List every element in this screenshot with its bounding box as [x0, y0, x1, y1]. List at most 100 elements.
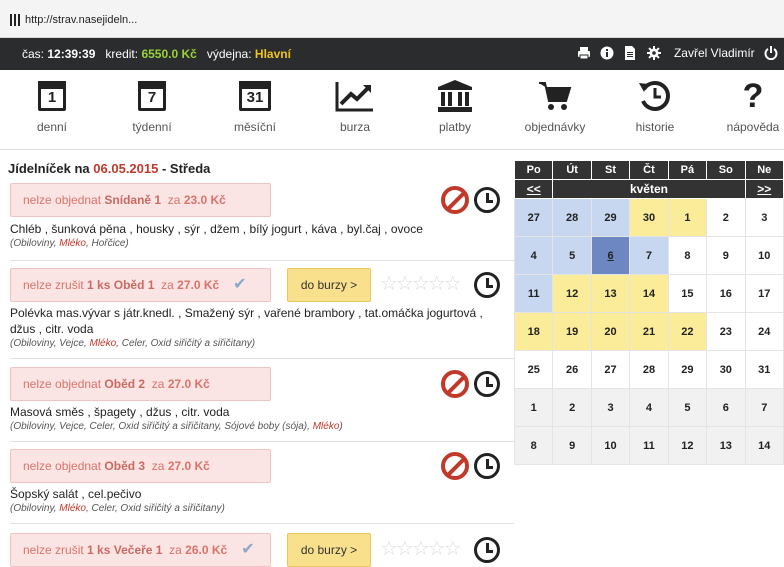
calendar-day[interactable]: 1 — [513, 388, 554, 427]
menu-item-napoveda[interactable]: ? nápověda — [708, 76, 784, 135]
weekday-st: St — [590, 160, 631, 180]
calendar-day[interactable]: 16 — [706, 274, 746, 313]
calendar-day[interactable]: 27 — [590, 350, 631, 389]
month-calendar: Po Út St Čt Pá So Ne << květen >> 27 28 29… — [513, 160, 784, 465]
burza-button[interactable]: do burzy > — [287, 533, 371, 567]
meal-divider — [10, 358, 514, 359]
menu-item-mesicni[interactable]: 31 měsíční — [210, 76, 300, 134]
order-box[interactable]: nelze zrušit 1 ks Večeře 1 za 26.0 Kč ✔ — [10, 533, 271, 567]
burza-button[interactable]: do burzy > — [287, 268, 371, 302]
calendar-day[interactable]: 31 — [744, 350, 784, 389]
calendar-day[interactable]: 7 — [744, 388, 784, 427]
calendar-day[interactable]: 3 — [590, 388, 631, 427]
calendar-day[interactable]: 27 — [513, 198, 554, 237]
bank-icon — [438, 80, 472, 112]
next-month-button[interactable]: >> — [744, 179, 784, 199]
gear-icon[interactable] — [646, 45, 661, 60]
weekday-so: So — [706, 160, 746, 180]
calendar-day[interactable]: 6 — [590, 236, 631, 275]
user-name[interactable]: Zavřel Vladimír — [674, 46, 755, 60]
clock-icon[interactable] — [474, 272, 500, 298]
calendar-day[interactable]: 17 — [744, 274, 784, 313]
clock-icon[interactable] — [474, 537, 500, 563]
calendar-day[interactable]: 11 — [513, 274, 554, 313]
calendar-day[interactable]: 15 — [667, 274, 708, 313]
menu-item-tydenni[interactable]: 7 týdenní — [107, 76, 197, 134]
clock-icon[interactable] — [474, 187, 500, 213]
clock-icon[interactable] — [474, 453, 500, 479]
calendar-day[interactable]: 22 — [667, 312, 708, 351]
calendar-day[interactable]: 24 — [744, 312, 784, 351]
status-bar: čas: 12:39:39 kredit: 6550.0 Kč výdejna:… — [0, 38, 784, 70]
calendar-day[interactable]: 30 — [629, 198, 669, 237]
calendar-day[interactable]: 8 — [513, 426, 554, 465]
meal-divider — [10, 441, 514, 442]
calendar-day[interactable]: 29 — [590, 198, 631, 237]
order-box[interactable]: nelze objednat Oběd 2 za 27.0 Kč — [10, 367, 271, 401]
history-icon — [639, 81, 670, 111]
calendar-day[interactable]: 19 — [552, 312, 592, 351]
calendar-day[interactable]: 6 — [706, 388, 746, 427]
calendar-day[interactable]: 28 — [629, 350, 669, 389]
calendar-day[interactable]: 3 — [744, 198, 784, 237]
meal-allergens: (Obiloviny, Mléko, Hořčice) — [10, 238, 129, 249]
calendar-day[interactable]: 14 — [744, 426, 784, 465]
calendar-day[interactable]: 30 — [706, 350, 746, 389]
calendar-day[interactable]: 12 — [667, 426, 708, 465]
order-box[interactable]: nelze objednat Snídaně 1 za 23.0 Kč — [10, 183, 271, 217]
calendar-day[interactable]: 10 — [744, 236, 784, 275]
order-box[interactable]: nelze objednat Oběd 3 za 27.0 Kč — [10, 449, 271, 483]
calendar-day[interactable]: 29 — [667, 350, 708, 389]
weekday-ne: Ne — [744, 160, 784, 180]
calendar-day[interactable]: 25 — [513, 350, 554, 389]
calendar-day[interactable]: 10 — [590, 426, 631, 465]
canteen-value[interactable]: Hlavní — [255, 47, 291, 61]
menu-item-burza[interactable]: burza — [310, 76, 400, 134]
meal-description: Masová směs , špagety , džus , citr. vod… — [10, 405, 230, 419]
calendar-day[interactable]: 11 — [629, 426, 669, 465]
calendar-day[interactable]: 2 — [706, 198, 746, 237]
power-icon[interactable] — [764, 45, 778, 60]
calendar-day[interactable]: 20 — [590, 312, 631, 351]
meal-allergens: (Obiloviny, Mléko, Celer, Oxid siřičitý … — [10, 503, 225, 514]
menu-item-objednavky[interactable]: objednávky — [510, 76, 600, 134]
rating-stars[interactable]: ☆☆☆☆☆ — [380, 533, 462, 567]
url-text[interactable]: http://strav.nasejideln... — [25, 14, 137, 26]
calendar-day[interactable]: 1 — [667, 198, 708, 237]
clock-icon[interactable] — [474, 371, 500, 397]
calendar-day[interactable]: 9 — [706, 236, 746, 275]
calendar-day[interactable]: 4 — [629, 388, 669, 427]
info-icon[interactable] — [600, 46, 614, 60]
calendar-day[interactable]: 2 — [552, 388, 592, 427]
order-box[interactable]: nelze zrušit 1 ks Oběd 1 za 27.0 Kč ✔ — [10, 268, 271, 302]
menu-item-historie[interactable]: historie — [610, 76, 700, 134]
print-icon[interactable] — [577, 46, 591, 60]
calendar-day[interactable]: 13 — [590, 274, 631, 313]
calendar-day[interactable]: 18 — [513, 312, 554, 351]
main-menu: 1 denní 7 týdenní 31 měsíční burza platb… — [0, 70, 784, 150]
menu-item-denni[interactable]: 1 denní — [7, 76, 97, 134]
day-heading: Jídelníček na 06.05.2015 - Středa — [8, 161, 211, 176]
calendar-day[interactable]: 12 — [552, 274, 592, 313]
document-icon[interactable] — [623, 45, 637, 60]
calendar-weekday-row: Po Út St Čt Pá So Ne — [513, 160, 784, 180]
menu-item-platby[interactable]: platby — [410, 76, 500, 134]
calendar-day[interactable]: 13 — [706, 426, 746, 465]
calendar-day[interactable]: 21 — [629, 312, 669, 351]
calendar-day[interactable]: 14 — [629, 274, 669, 313]
calendar-day[interactable]: 28 — [552, 198, 592, 237]
weekday-ut: Út — [552, 160, 592, 180]
calendar-day[interactable]: 5 — [552, 236, 592, 275]
rating-stars[interactable]: ☆☆☆☆☆ — [380, 268, 462, 302]
calendar-day[interactable]: 26 — [552, 350, 592, 389]
no-entry-icon — [441, 186, 469, 214]
cart-icon — [539, 82, 572, 110]
calendar-day[interactable]: 9 — [552, 426, 592, 465]
calendar-day[interactable]: 5 — [667, 388, 708, 427]
calendar-day[interactable]: 4 — [513, 236, 554, 275]
calendar-day[interactable]: 7 — [629, 236, 669, 275]
calendar-day[interactable]: 8 — [667, 236, 708, 275]
line-chart-icon — [335, 82, 373, 112]
calendar-day[interactable]: 23 — [706, 312, 746, 351]
prev-month-button[interactable]: << — [513, 179, 554, 199]
